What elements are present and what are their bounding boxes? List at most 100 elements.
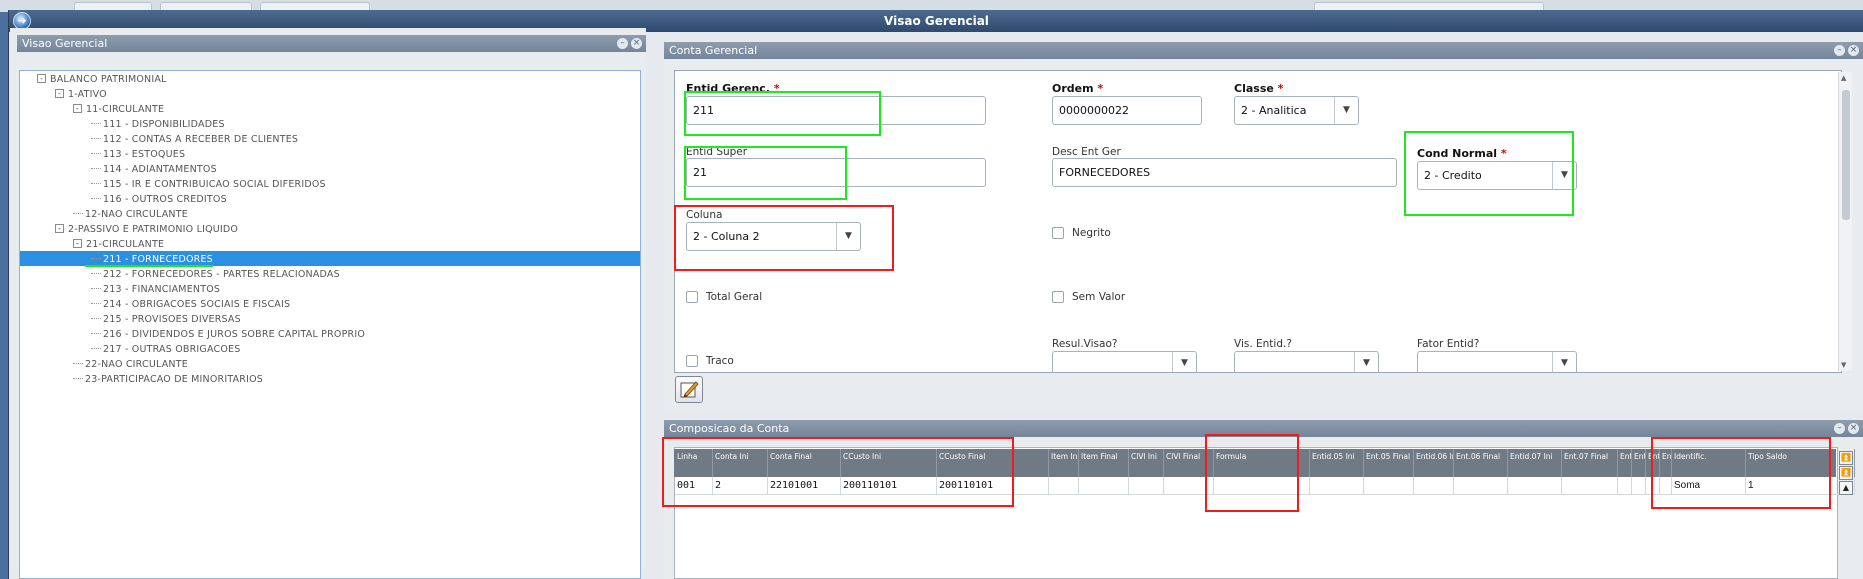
sem-valor-checkbox[interactable] [1052,291,1064,303]
tree-node[interactable]: 115 - IR E CONTRIBUICAO SOCIAL DIFERIDOS [91,178,326,192]
tree-node[interactable]: 215 - PROVISOES DIVERSAS [91,313,241,327]
scroll-thumb[interactable] [1842,90,1850,220]
grid-cell[interactable]: 2 [713,477,768,495]
grid-cell[interactable] [1129,477,1164,495]
grid-column-header[interactable]: Ent [1632,449,1646,477]
total-geral-checkbox[interactable] [686,291,698,303]
tree-node[interactable]: 216 - DIVIDENDOS E JUROS SOBRE CAPITAL P… [91,328,365,342]
form-scrollbar[interactable]: ▲ ▼ [1838,72,1852,371]
grid-cell[interactable] [1364,477,1414,495]
grid-column-header[interactable]: Formula [1214,449,1310,477]
chevron-down-icon[interactable]: ▼ [1552,352,1576,372]
grid-column-header[interactable]: Conta Ini [713,449,768,477]
coluna-select[interactable]: 2 - Coluna 2 ▼ [686,222,861,251]
tree-node[interactable]: 12-NAO CIRCULANTE [73,208,188,222]
tree-node[interactable]: -1-ATIVO [55,88,107,102]
grid-column-header[interactable]: Linha [675,449,713,477]
chevron-down-icon[interactable]: ▼ [1172,352,1196,372]
grid-cell[interactable]: 22101001 [768,477,841,495]
grid-column-header[interactable]: Ent [1660,449,1672,477]
grid-column-header[interactable]: Entid.06 Ini [1414,449,1454,477]
tree-node[interactable]: 111 - DISPONIBILIDADES [91,118,225,132]
entid-gerenc-field[interactable]: 211 [686,96,986,125]
tree-collapse-icon[interactable]: - [73,104,82,113]
grid-cell[interactable] [1164,477,1214,495]
edit-button[interactable] [675,376,703,403]
grid-column-header[interactable]: Identific. [1672,449,1746,477]
grid-cell[interactable]: 200110101 [841,477,937,495]
tree-node[interactable]: 113 - ESTOQUES [91,148,185,162]
grid-cell[interactable]: Soma [1672,477,1746,495]
tree-node[interactable]: 214 - OBRIGACOES SOCIAIS E FISCAIS [91,298,290,312]
grid-cell[interactable]: 200110101 [937,477,1049,495]
first-record-icon[interactable]: ⏫ [1839,451,1853,465]
close-icon[interactable]: × [1848,423,1859,434]
grid-cell[interactable] [1646,477,1660,495]
chevron-down-icon[interactable]: ▼ [836,223,860,250]
classe-select[interactable]: 2 - Analitica ▼ [1234,96,1359,125]
previous-record-icon[interactable]: ▲ [1839,481,1853,495]
grid-column-header[interactable]: Conta Final [768,449,841,477]
grid-column-header[interactable]: ClVl Final [1164,449,1214,477]
grid-cell[interactable] [1562,477,1618,495]
grid-column-header[interactable]: CCusto Ini [841,449,937,477]
grid-column-header[interactable]: Entid.07 Ini [1508,449,1562,477]
tree-node[interactable]: 112 - CONTAS A RECEBER DE CLIENTES [91,133,298,147]
grid-column-header[interactable]: Ent.06 Final [1454,449,1508,477]
tree-collapse-icon[interactable]: - [55,224,64,233]
grid-column-header[interactable]: Item Ini [1049,449,1079,477]
grid-column-header[interactable]: ClVl Ini [1129,449,1164,477]
chevron-down-icon[interactable]: ▼ [1354,352,1378,372]
tree-node[interactable]: -21-CIRCULANTE [73,238,164,252]
tree-node[interactable]: 213 - FINANCIAMENTOS [91,283,220,297]
tree-collapse-icon[interactable]: - [73,239,82,248]
grid-cell[interactable]: 001 [675,477,713,495]
minimize-icon[interactable]: – [617,38,628,49]
entid-super-field[interactable]: 21 [686,158,986,187]
tree-node[interactable]: 23-PARTICIPACAO DE MINORITARIOS [73,373,263,387]
minimize-icon[interactable]: – [1834,45,1845,56]
tree-collapse-icon[interactable]: - [55,89,64,98]
close-icon[interactable]: × [1848,45,1859,56]
minimize-icon[interactable]: – [1834,423,1845,434]
chevron-down-icon[interactable]: ▼ [1334,97,1358,124]
grid-column-header[interactable]: Entid.05 Ini [1310,449,1364,477]
grid-column-header[interactable]: Enti [1618,449,1632,477]
grid-cell[interactable] [1618,477,1632,495]
chevron-down-icon[interactable]: ▼ [1552,162,1576,189]
tree-collapse-icon[interactable]: - [37,74,46,83]
tree-node[interactable]: 114 - ADIANTAMENTOS [91,163,217,177]
scroll-down-icon[interactable]: ▼ [1841,361,1846,369]
grid-cell[interactable] [1310,477,1364,495]
grid-column-header[interactable]: Item Final [1079,449,1129,477]
close-icon[interactable]: × [631,38,642,49]
grid-cell[interactable] [1632,477,1646,495]
grid-column-header[interactable]: Ent.07 Final [1562,449,1618,477]
grid-cell[interactable] [1454,477,1508,495]
cond-normal-select[interactable]: 2 - Credito ▼ [1417,161,1577,190]
grid-cell[interactable] [1079,477,1129,495]
tree-node[interactable]: 217 - OUTRAS OBRIGACOES [91,343,240,357]
grid-cell[interactable] [1049,477,1079,495]
resul-visao-select[interactable]: ▼ [1052,351,1197,372]
tree-node[interactable]: -11-CIRCULANTE [73,103,164,117]
grid-column-header[interactable]: Enti [1646,449,1660,477]
previous-page-icon[interactable]: ⏫ [1839,466,1853,480]
grid-column-header[interactable]: Ent.05 Final [1364,449,1414,477]
fator-entid-select[interactable]: ▼ [1417,351,1577,372]
traco-checkbox[interactable] [686,355,698,367]
desc-ent-ger-field[interactable]: FORNECEDORES [1052,158,1397,187]
grid-cell[interactable] [1508,477,1562,495]
vis-entid-select[interactable]: ▼ [1234,351,1379,372]
tree-node[interactable]: 116 - OUTROS CREDITOS [91,193,227,207]
tree-node[interactable]: -2-PASSIVO E PATRIMONIO LIQUIDO [55,223,238,237]
grid-cell[interactable] [1660,477,1672,495]
grid-column-header[interactable]: CCusto Final [937,449,1049,477]
tree-node[interactable]: 22-NAO CIRCULANTE [73,358,188,372]
tree-node[interactable]: - BALANCO PATRIMONIAL [37,73,167,87]
ordem-field[interactable]: 0000000022 [1052,96,1202,125]
scroll-up-icon[interactable]: ▲ [1841,74,1846,82]
grid-cell[interactable] [1414,477,1454,495]
grid-cell[interactable] [1214,477,1310,495]
tree-node[interactable]: 212 - FORNECEDORES - PARTES RELACIONADAS [91,268,340,282]
